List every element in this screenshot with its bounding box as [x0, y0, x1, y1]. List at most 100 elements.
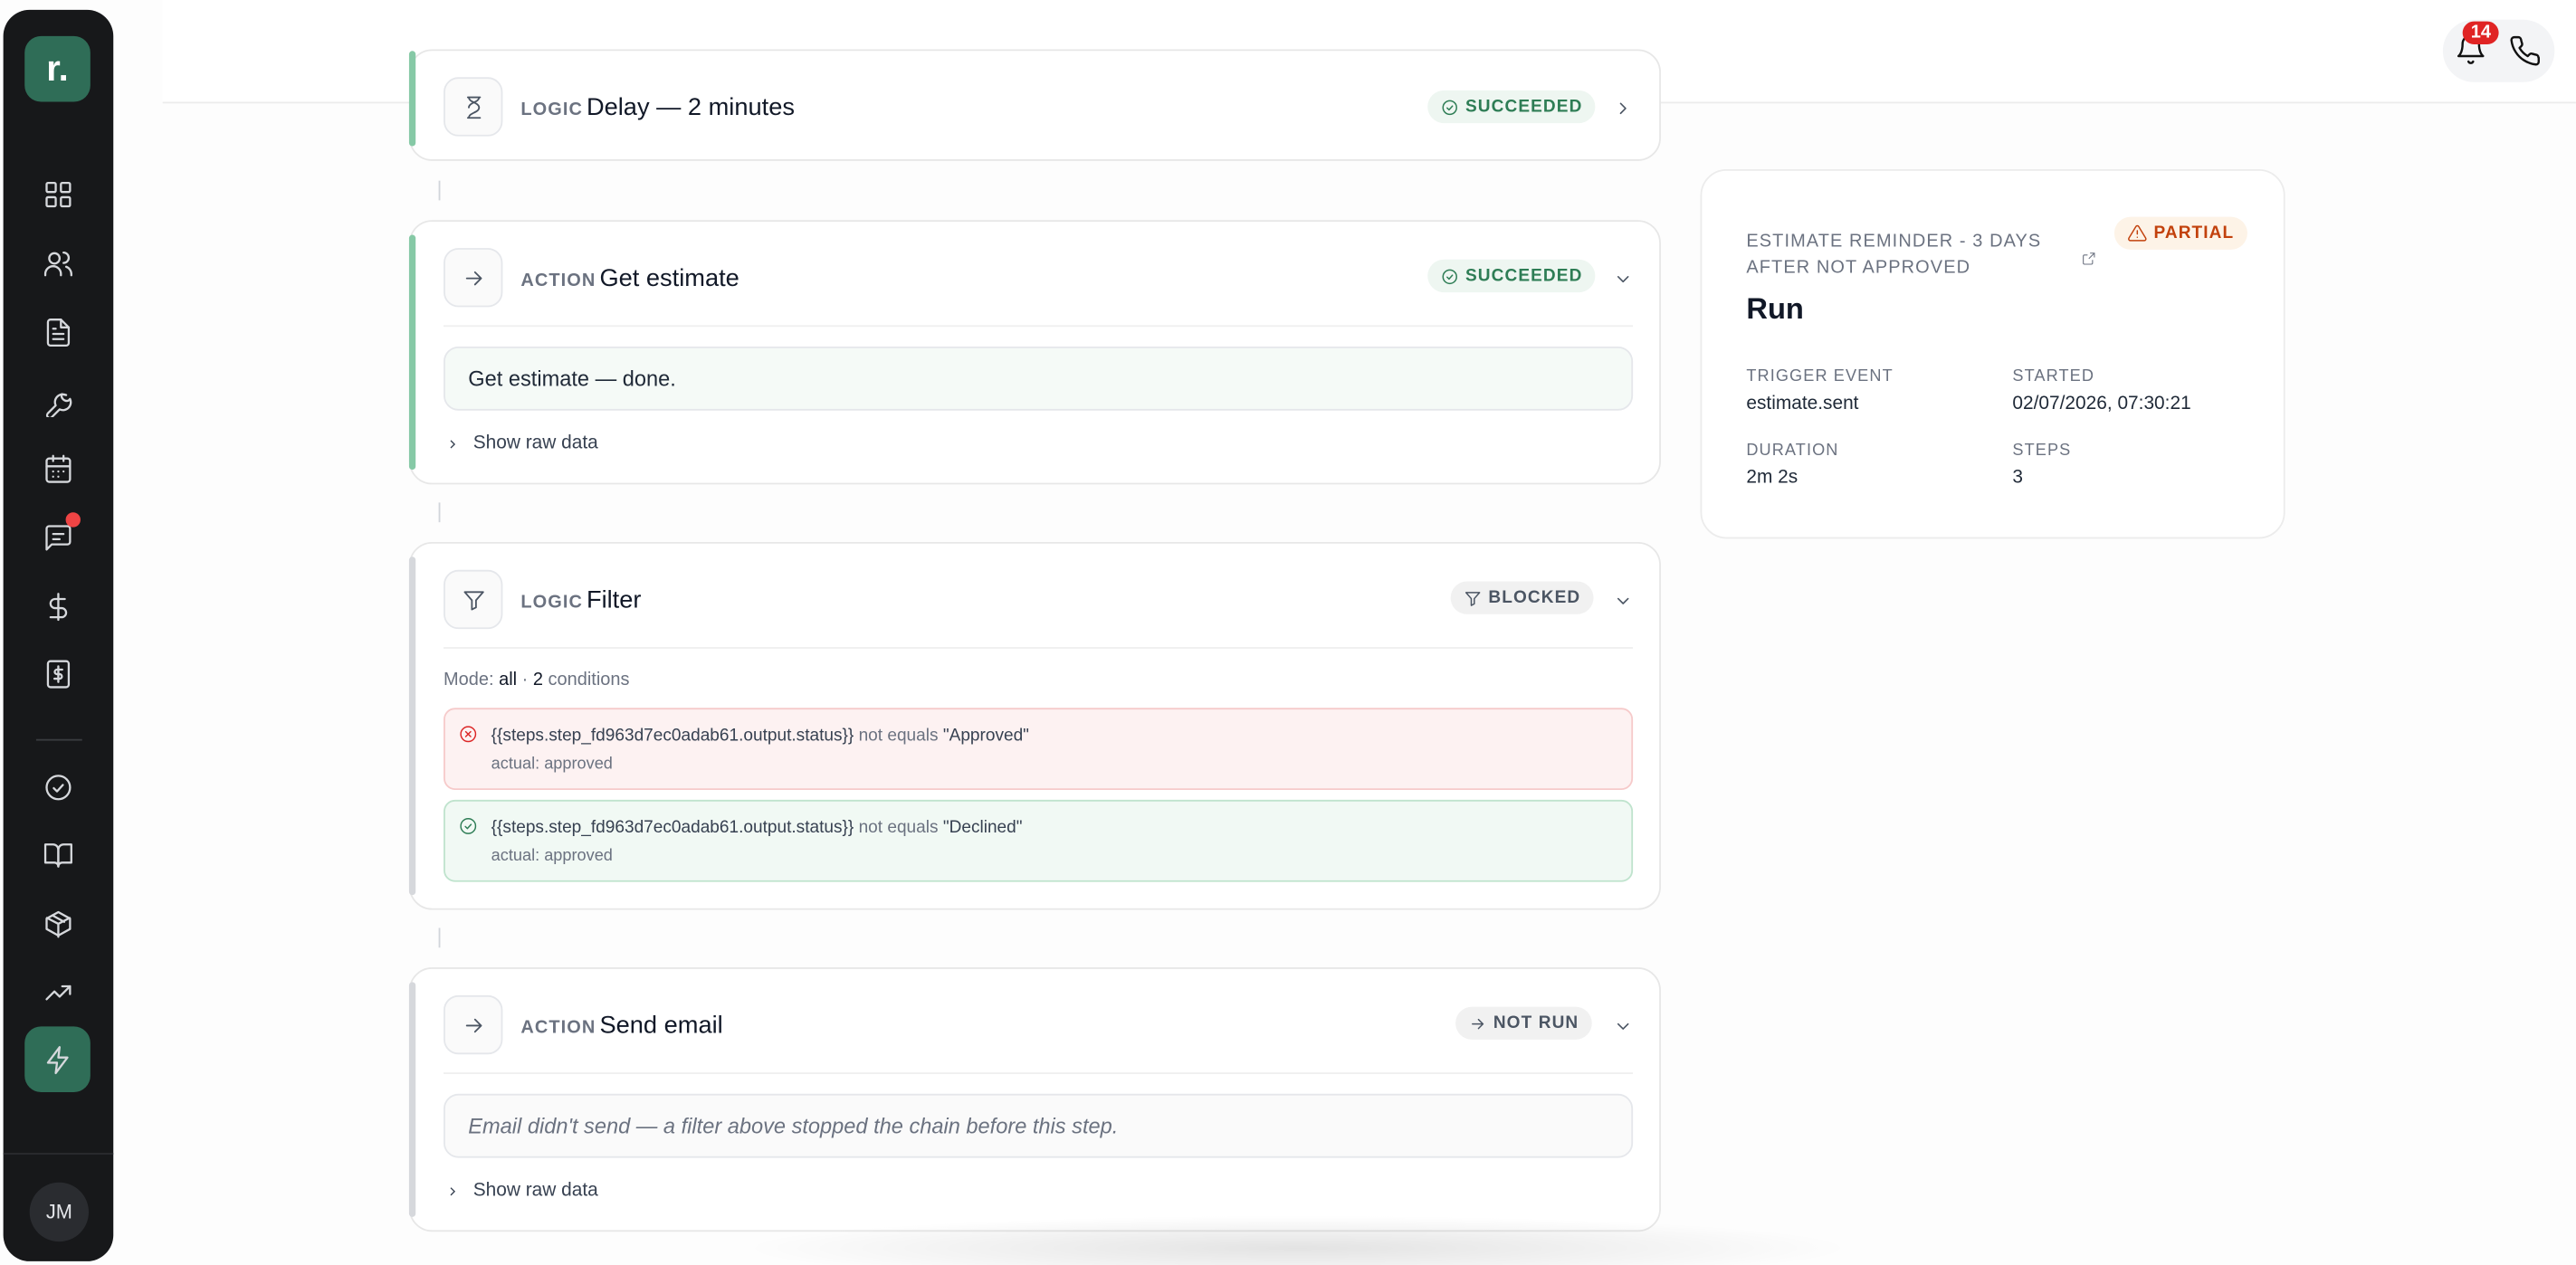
step-status-bar: [408, 51, 416, 147]
panel-heading: Run: [1746, 292, 1804, 326]
phone-icon[interactable]: [2509, 34, 2542, 75]
condition-expression: {{steps.step_fd963d7ec0adab61.output.sta…: [491, 817, 854, 838]
show-raw-data-toggle[interactable]: Show raw data: [445, 433, 598, 453]
document-icon[interactable]: [24, 302, 91, 361]
status-badge: NOT RUN: [1455, 1006, 1592, 1040]
step-card-send-email[interactable]: ACTION Send email NOT RUN Email didn't s…: [408, 967, 1661, 1232]
step-title: Filter: [586, 585, 642, 614]
filter-condition-failed: {{steps.step_fd963d7ec0adab61.output.sta…: [444, 708, 1634, 791]
duration-value: 2m 2s: [1746, 468, 1798, 489]
step-title: Send email: [599, 1012, 723, 1040]
steps-label: STEPS: [2012, 442, 2072, 461]
status-badge: BLOCKED: [1450, 581, 1594, 614]
check-circle-icon: [1442, 99, 1457, 115]
condition-actual: actual: approved: [491, 755, 613, 774]
step-connector: [438, 180, 441, 201]
status-badge: SUCCEEDED: [1427, 259, 1596, 293]
warning-icon: [2128, 224, 2147, 242]
step-kind: LOGIC: [520, 593, 584, 613]
invoice-icon[interactable]: [24, 643, 91, 702]
condition-value: "Declined": [942, 817, 1023, 838]
box-icon[interactable]: [24, 893, 91, 952]
sidebar-footer-divider: [3, 1153, 114, 1155]
started-label: STARTED: [2012, 367, 2095, 386]
conditions-label: conditions: [548, 670, 630, 690]
step-output-note: Email didn't send — a filter above stopp…: [444, 1093, 1634, 1158]
show-raw-data-label: Show raw data: [472, 1180, 598, 1201]
app-logo[interactable]: r.: [24, 35, 91, 102]
arrow-right-icon: [444, 994, 503, 1055]
notification-badge: 14: [2462, 21, 2500, 45]
chevron-right-icon: [450, 439, 456, 448]
arrow-right-icon: [1472, 1018, 1484, 1029]
step-title: Get estimate: [599, 264, 739, 293]
step-kind: ACTION: [520, 1018, 596, 1039]
steps-value: 3: [2012, 468, 2024, 489]
avatar[interactable]: JM: [29, 1182, 90, 1242]
chevron-down-icon[interactable]: [1613, 268, 1633, 288]
condition-operator: not equals: [858, 817, 939, 838]
trigger-event-label: TRIGGER EVENT: [1746, 367, 1894, 386]
condition-operator: not equals: [858, 726, 939, 747]
filter-condition-passed: {{steps.step_fd963d7ec0adab61.output.sta…: [444, 799, 1634, 882]
step-card-get-estimate[interactable]: ACTION Get estimate SUCCEEDED Get estima…: [408, 220, 1661, 485]
conditions-count: 2: [532, 670, 543, 690]
step-connector: [438, 927, 441, 948]
bottom-fade: [739, 1215, 1856, 1265]
check-circle-icon[interactable]: [24, 757, 91, 816]
step-kind: ACTION: [520, 271, 596, 291]
step-card-delay[interactable]: LOGIC Delay — 2 minutes SUCCEEDED: [408, 49, 1661, 161]
mode-value: all: [499, 670, 518, 690]
x-circle-icon: [458, 724, 478, 748]
card-divider: [444, 647, 1634, 649]
top-actions: [2442, 19, 2555, 82]
calendar-icon[interactable]: [24, 439, 91, 498]
workflow-name[interactable]: ESTIMATE REMINDER - 3 DAYS AFTER NOT APP…: [1746, 228, 2042, 281]
run-summary-panel: ESTIMATE REMINDER - 3 DAYS AFTER NOT APP…: [1700, 168, 2285, 539]
card-divider: [444, 1072, 1634, 1075]
run-status-text: PARTIAL: [2153, 223, 2235, 243]
dollar-icon[interactable]: [24, 576, 91, 635]
card-divider: [444, 325, 1634, 328]
chevron-right-icon: [450, 1186, 456, 1195]
mode-separator: ·: [521, 670, 529, 690]
status-text: NOT RUN: [1493, 1013, 1579, 1033]
step-title: Delay — 2 minutes: [586, 93, 795, 122]
status-badge: SUCCEEDED: [1427, 90, 1596, 124]
wrench-icon[interactable]: [24, 371, 91, 430]
filter-icon: [1465, 591, 1481, 605]
dashboard-icon[interactable]: [24, 165, 91, 224]
chevron-down-icon[interactable]: [1613, 1015, 1633, 1035]
step-connector: [438, 502, 441, 523]
sidebar-divider: [35, 738, 82, 741]
condition-actual: actual: approved: [491, 847, 613, 866]
chevron-right-icon[interactable]: [1613, 97, 1633, 117]
step-status-bar: [408, 234, 416, 471]
run-status-badge: PARTIAL: [2113, 216, 2247, 250]
check-circle-icon: [1442, 268, 1457, 284]
trending-icon[interactable]: [24, 963, 91, 1022]
external-link-icon[interactable]: [2082, 244, 2096, 274]
sidebar: r. JM: [3, 9, 114, 1261]
step-card-filter[interactable]: LOGIC Filter BLOCKED Mode: all · 2 condi…: [408, 541, 1661, 910]
chevron-down-icon[interactable]: [1613, 590, 1633, 610]
status-text: SUCCEEDED: [1465, 266, 1583, 286]
show-raw-data-toggle[interactable]: Show raw data: [445, 1181, 598, 1201]
unread-dot: [65, 512, 81, 528]
filter-mode: Mode: all · 2 conditions: [444, 671, 629, 690]
trigger-event-value: estimate.sent: [1746, 394, 1859, 414]
filter-icon: [444, 569, 503, 630]
users-icon[interactable]: [24, 233, 91, 292]
step-status-bar: [408, 982, 416, 1217]
step-kind: LOGIC: [520, 100, 584, 120]
condition-expression: {{steps.step_fd963d7ec0adab61.output.sta…: [491, 726, 854, 747]
status-text: SUCCEEDED: [1465, 97, 1583, 117]
chat-icon[interactable]: [24, 508, 91, 566]
started-value: 02/07/2026, 07:30:21: [2012, 394, 2191, 414]
status-text: BLOCKED: [1488, 587, 1581, 608]
book-icon[interactable]: [24, 824, 91, 883]
lightning-icon[interactable]: [24, 1026, 91, 1092]
arrow-right-icon: [444, 248, 503, 308]
condition-value: "Approved": [942, 726, 1029, 747]
check-circle-icon: [458, 816, 478, 841]
